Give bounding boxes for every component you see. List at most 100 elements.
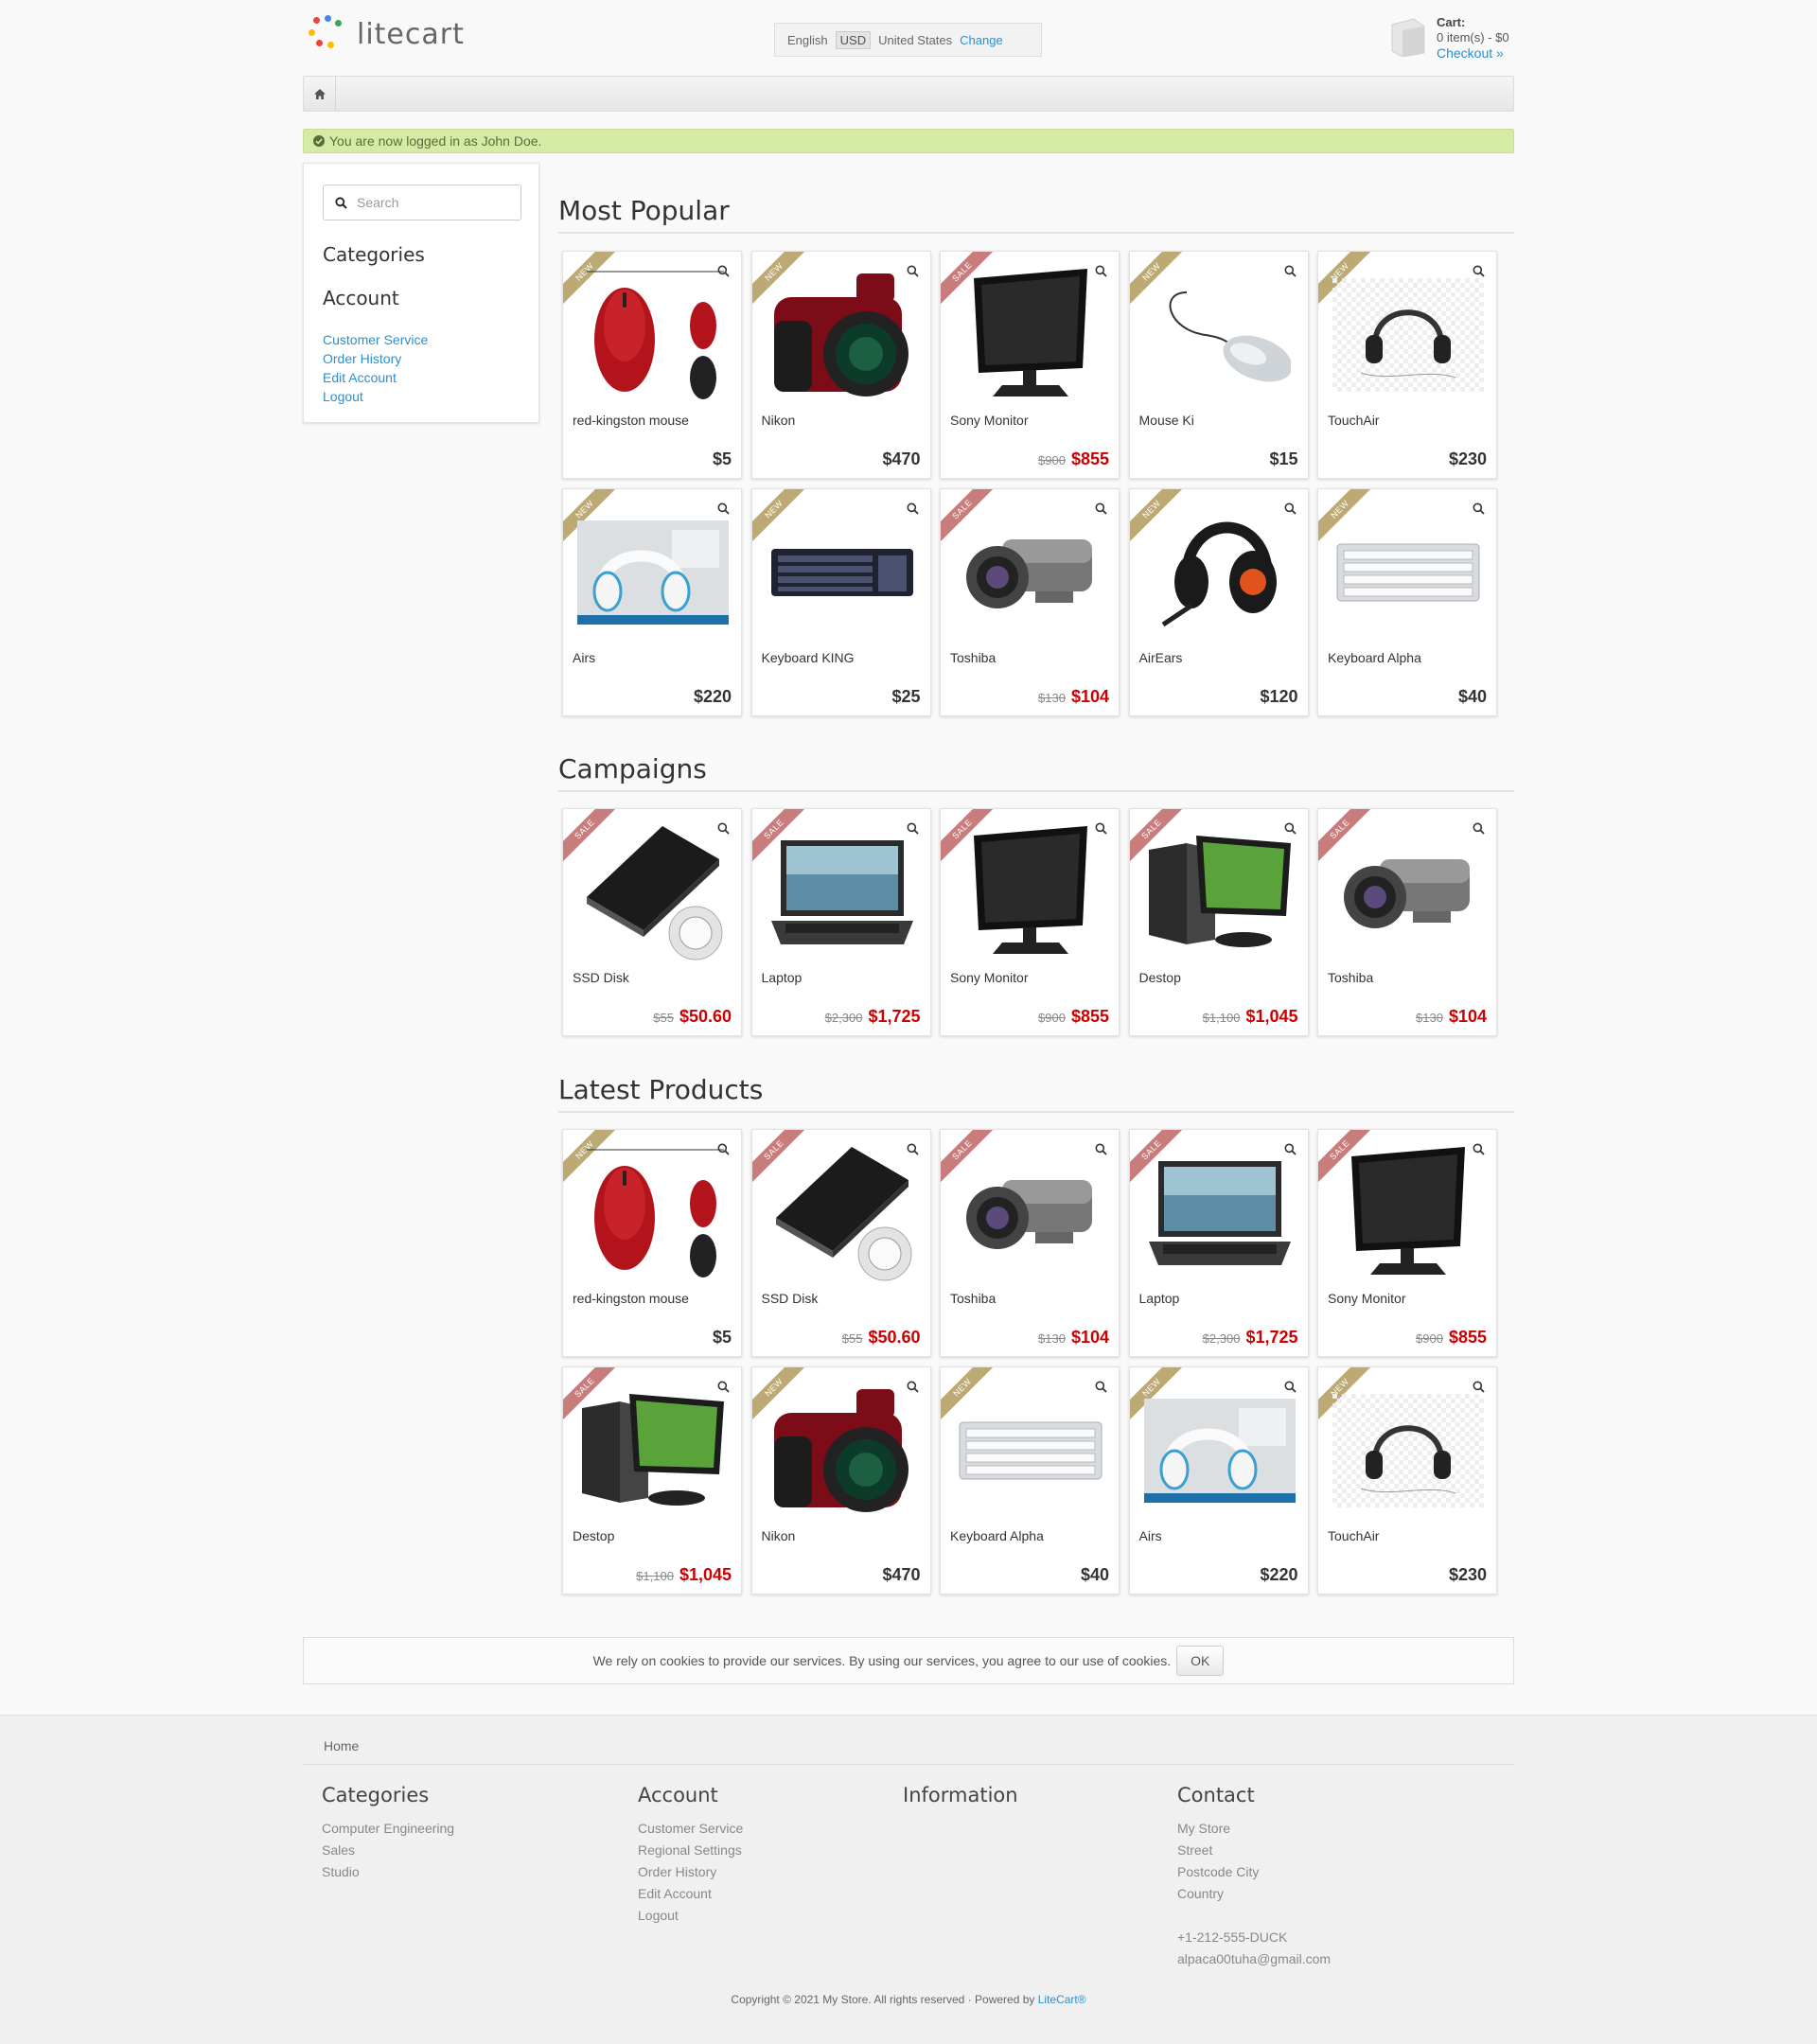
product-card[interactable]: SALE Sony Monitor $900 $855 <box>1317 1129 1497 1357</box>
product-card[interactable]: SALE Destop $1,100 $1,045 <box>1128 808 1309 1036</box>
footer-category-link[interactable]: Studio <box>322 1861 454 1883</box>
product-card[interactable]: SALE SSD Disk $55 $50.60 <box>562 808 742 1036</box>
product-image[interactable] <box>1143 1143 1297 1285</box>
product-card[interactable]: SALE Destop $1,100 $1,045 <box>562 1366 742 1595</box>
product-name[interactable]: Sony Monitor <box>1328 1291 1405 1306</box>
product-image[interactable] <box>954 265 1107 407</box>
product-name[interactable]: Laptop <box>762 970 803 985</box>
footer-account-link[interactable]: Logout <box>638 1905 743 1927</box>
product-image[interactable] <box>954 502 1107 644</box>
product-card[interactable]: SALE Toshiba $130 $104 <box>940 488 1120 716</box>
product-name[interactable]: Laptop <box>1139 1291 1180 1306</box>
product-card[interactable]: SALE SSD Disk $55 $50.60 <box>750 1129 931 1357</box>
product-card[interactable]: NEW Keyboard Alpha $40 <box>1317 488 1497 716</box>
product-image[interactable] <box>954 822 1107 964</box>
product-card[interactable]: NEW Airs $220 <box>1128 1366 1309 1595</box>
footer-account-link[interactable]: Edit Account <box>638 1883 743 1905</box>
contact-phone[interactable]: +1-212-555-DUCK <box>1177 1927 1331 1948</box>
product-card[interactable]: NEW TouchAir $230 <box>1317 251 1497 479</box>
product-name[interactable]: red-kingston mouse <box>573 413 689 428</box>
product-name[interactable]: Airs <box>1139 1528 1162 1543</box>
product-name[interactable]: Airs <box>573 650 595 665</box>
product-name[interactable]: Destop <box>1139 970 1181 985</box>
product-image[interactable] <box>576 265 730 407</box>
product-name[interactable]: Nikon <box>762 413 796 428</box>
product-image[interactable] <box>954 1143 1107 1285</box>
home-button[interactable] <box>304 77 336 111</box>
product-card[interactable]: SALE Laptop $2,300 $1,725 <box>1128 1129 1309 1357</box>
product-image[interactable] <box>1332 1143 1485 1285</box>
product-name[interactable]: Nikon <box>762 1528 796 1543</box>
product-name[interactable]: Sony Monitor <box>950 413 1028 428</box>
product-card[interactable]: NEW red-kingston mouse $5 <box>562 251 742 479</box>
product-image[interactable] <box>1143 502 1297 644</box>
product-card[interactable]: NEW Mouse Ki $15 <box>1128 251 1309 479</box>
product-card[interactable]: NEW Keyboard Alpha $40 <box>940 1366 1120 1595</box>
cart-widget[interactable]: Cart: 0 item(s) - $0 Checkout » <box>1389 15 1509 62</box>
cookie-ok-button[interactable]: OK <box>1176 1646 1225 1676</box>
product-card[interactable]: NEW TouchAir $230 <box>1317 1366 1497 1595</box>
product-card[interactable]: NEW Keyboard KING $25 <box>750 488 931 716</box>
product-name[interactable]: TouchAir <box>1328 1528 1379 1543</box>
product-image[interactable] <box>576 822 730 964</box>
footer-account-link[interactable]: Order History <box>638 1861 743 1883</box>
product-image[interactable] <box>766 1143 919 1285</box>
product-name[interactable]: red-kingston mouse <box>573 1291 689 1306</box>
product-image[interactable] <box>766 265 919 407</box>
product-name[interactable]: Mouse Ki <box>1139 413 1194 428</box>
product-card[interactable]: SALE Sony Monitor $900 $855 <box>940 251 1120 479</box>
sidebar-categories-title[interactable]: Categories <box>323 243 520 266</box>
product-name[interactable]: Keyboard KING <box>762 650 855 665</box>
product-image[interactable] <box>576 1143 730 1285</box>
product-name[interactable]: Keyboard Alpha <box>1328 650 1421 665</box>
product-image[interactable] <box>1332 822 1485 964</box>
product-name[interactable]: TouchAir <box>1328 413 1379 428</box>
product-card[interactable]: NEW red-kingston mouse $5 <box>562 1129 742 1357</box>
search-input[interactable]: Search <box>323 185 521 220</box>
product-image[interactable] <box>766 1381 919 1523</box>
product-card[interactable]: SALE Toshiba $130 $104 <box>1317 808 1497 1036</box>
contact-email[interactable]: alpaca00tuha@gmail.com <box>1177 1948 1331 1970</box>
product-image[interactable] <box>1332 502 1485 644</box>
product-card[interactable]: NEW AirEars $120 <box>1128 488 1309 716</box>
product-image[interactable] <box>576 1381 730 1523</box>
product-image[interactable] <box>1143 265 1297 407</box>
product-image[interactable] <box>1332 1381 1485 1523</box>
language-flag[interactable]: English <box>787 33 828 47</box>
product-card[interactable]: NEW Nikon $470 <box>750 1366 931 1595</box>
product-name[interactable]: Keyboard Alpha <box>950 1528 1044 1543</box>
sidebar-link-customer-service[interactable]: Customer Service <box>323 330 520 349</box>
product-card[interactable]: SALE Laptop $2,300 $1,725 <box>750 808 931 1036</box>
product-image[interactable] <box>766 822 919 964</box>
product-name[interactable]: Toshiba <box>950 1291 996 1306</box>
product-card[interactable]: NEW Airs $220 <box>562 488 742 716</box>
product-card[interactable]: SALE Toshiba $130 $104 <box>940 1129 1120 1357</box>
change-region-link[interactable]: Change <box>960 33 1003 47</box>
footer-category-link[interactable]: Sales <box>322 1840 454 1861</box>
product-name[interactable]: SSD Disk <box>573 970 629 985</box>
product-card[interactable]: SALE Sony Monitor $900 $855 <box>940 808 1120 1036</box>
checkout-link[interactable]: Checkout » <box>1437 45 1504 61</box>
footer-account-link[interactable]: Regional Settings <box>638 1840 743 1861</box>
sidebar-link-order-history[interactable]: Order History <box>323 349 520 368</box>
litecart-link[interactable]: LiteCart® <box>1038 1993 1086 2006</box>
product-image[interactable] <box>576 502 730 644</box>
product-image[interactable] <box>1143 1381 1297 1523</box>
site-logo[interactable]: litecart <box>308 15 465 53</box>
product-name[interactable]: Toshiba <box>950 650 996 665</box>
product-name[interactable]: Destop <box>573 1528 614 1543</box>
product-name[interactable]: Toshiba <box>1328 970 1373 985</box>
product-image[interactable] <box>766 502 919 644</box>
footer-account-link[interactable]: Customer Service <box>638 1818 743 1840</box>
sidebar-link-edit-account[interactable]: Edit Account <box>323 368 520 387</box>
product-card[interactable]: NEW Nikon $470 <box>750 251 931 479</box>
footer-breadcrumb-home[interactable]: Home <box>324 1738 359 1753</box>
product-name[interactable]: Sony Monitor <box>950 970 1028 985</box>
product-image[interactable] <box>1332 265 1485 407</box>
product-name[interactable]: SSD Disk <box>762 1291 819 1306</box>
product-name[interactable]: AirEars <box>1139 650 1183 665</box>
footer-category-link[interactable]: Computer Engineering <box>322 1818 454 1840</box>
sidebar-link-logout[interactable]: Logout <box>323 387 520 406</box>
product-image[interactable] <box>1143 822 1297 964</box>
product-image[interactable] <box>954 1381 1107 1523</box>
